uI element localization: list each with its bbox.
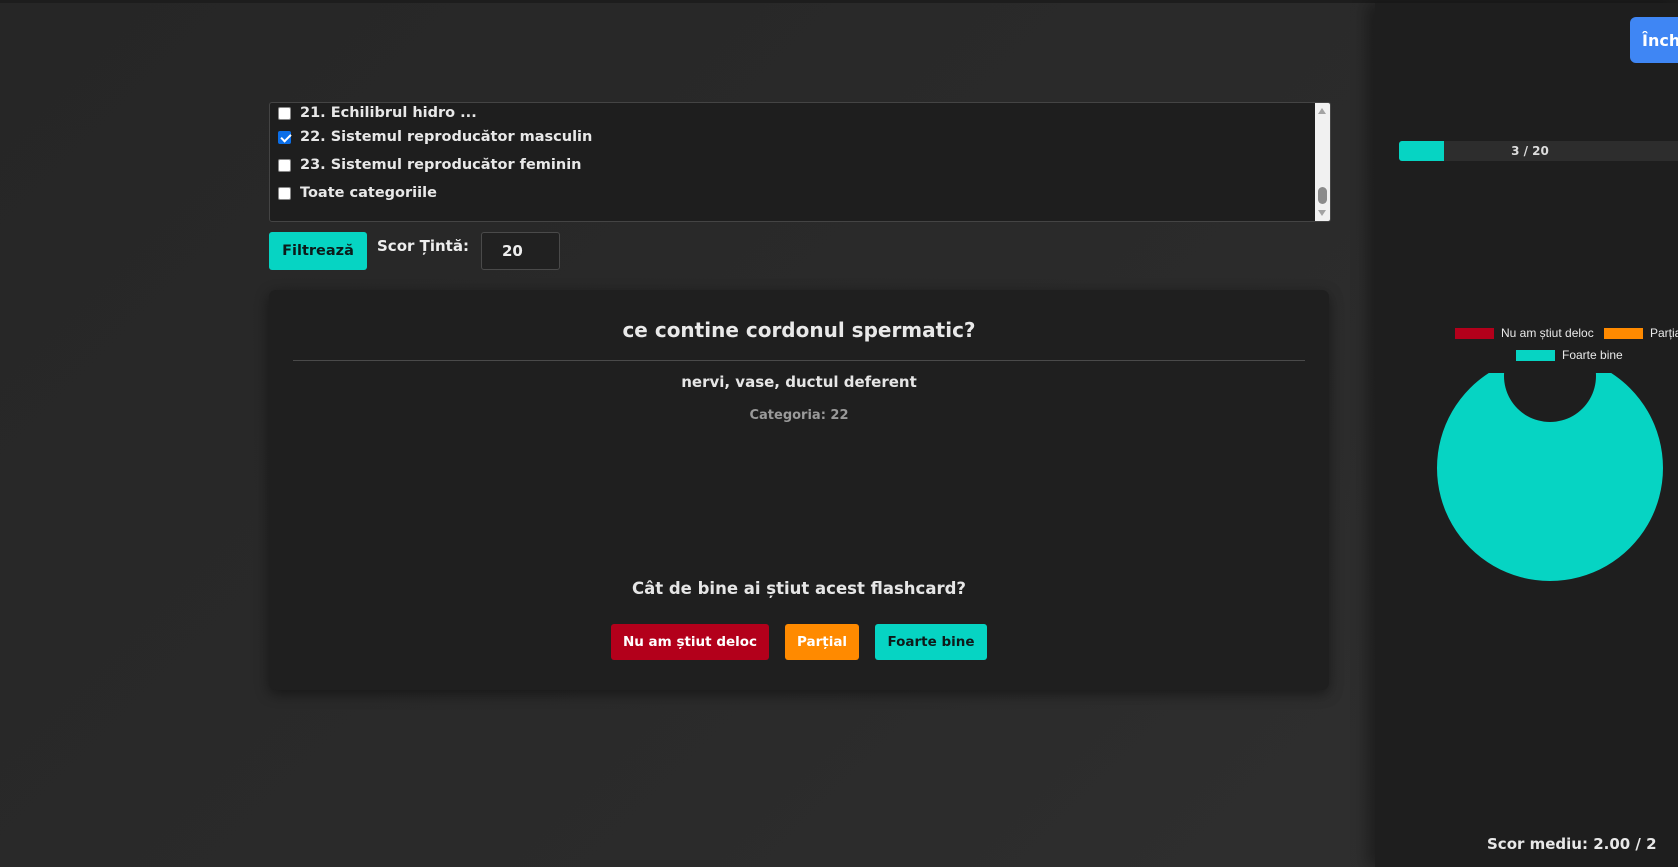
category-list[interactable]: 21. Echilibrul hidro ... 22. Sistemul re… [269, 102, 1331, 222]
rating-question: Cât de bine ai știut acest flashcard? [632, 579, 966, 598]
legend-label: Parțial [1650, 326, 1678, 340]
target-score-label: Scor Țintă: [377, 237, 469, 255]
category-item-all[interactable]: Toate categoriile [278, 182, 437, 204]
checkbox[interactable] [278, 186, 291, 200]
category-item-23[interactable]: 23. Sistemul reproducător feminin [278, 154, 581, 176]
category-label: Toate categoriile [300, 185, 437, 201]
filter-button[interactable]: Filtrează [269, 232, 367, 270]
target-score-input[interactable]: 20 [481, 232, 560, 270]
legend-label: Foarte bine [1562, 348, 1623, 362]
flashcard-category: Categoria: 22 [749, 408, 849, 423]
scroll-up-arrow-icon[interactable] [1318, 108, 1326, 114]
scrollbar-thumb[interactable] [1318, 187, 1327, 204]
legend-item-none[interactable]: Nu am știut deloc [1455, 326, 1594, 340]
stats-panel: Închide 3 / 20 Nu am știut deloc Parțial… [1375, 3, 1678, 867]
legend-swatch [1604, 327, 1643, 339]
checkbox-checked[interactable] [278, 130, 291, 144]
close-button[interactable]: Închide [1630, 17, 1678, 63]
checkbox[interactable] [278, 158, 291, 172]
category-label: 22. Sistemul reproducător masculin [300, 129, 593, 145]
category-label: 23. Sistemul reproducător feminin [300, 157, 582, 173]
legend-label: Nu am știut deloc [1501, 326, 1594, 340]
category-item-21[interactable]: 21. Echilibrul hidro ... [278, 103, 477, 124]
checkbox[interactable] [278, 106, 291, 120]
score-donut-chart [1437, 373, 1663, 581]
scroll-down-arrow-icon[interactable] [1318, 210, 1326, 216]
category-label: 21. Echilibrul hidro ... [300, 105, 477, 121]
legend-swatch [1516, 349, 1555, 361]
divider [293, 360, 1305, 361]
flashcard-question: ce contine cordonul spermatic? [622, 318, 976, 342]
category-item-22[interactable]: 22. Sistemul reproducător masculin [278, 126, 592, 148]
flashcard-answer: nervi, vase, ductul deferent [681, 373, 917, 391]
rate-good-button[interactable]: Foarte bine [875, 624, 987, 660]
flashcard: ce contine cordonul spermatic? nervi, va… [269, 290, 1329, 690]
legend-item-good[interactable]: Foarte bine [1516, 348, 1623, 362]
legend-item-partial[interactable]: Parțial [1604, 326, 1678, 340]
rate-partial-button[interactable]: Parțial [785, 624, 859, 660]
legend-swatch [1455, 327, 1494, 339]
progress-bar: 3 / 20 [1399, 141, 1678, 161]
average-score: Scor mediu: 2.00 / 2 [1487, 835, 1657, 853]
rate-none-button[interactable]: Nu am știut deloc [611, 624, 769, 660]
list-scrollbar[interactable] [1315, 103, 1330, 221]
progress-text: 3 / 20 [1511, 144, 1549, 158]
